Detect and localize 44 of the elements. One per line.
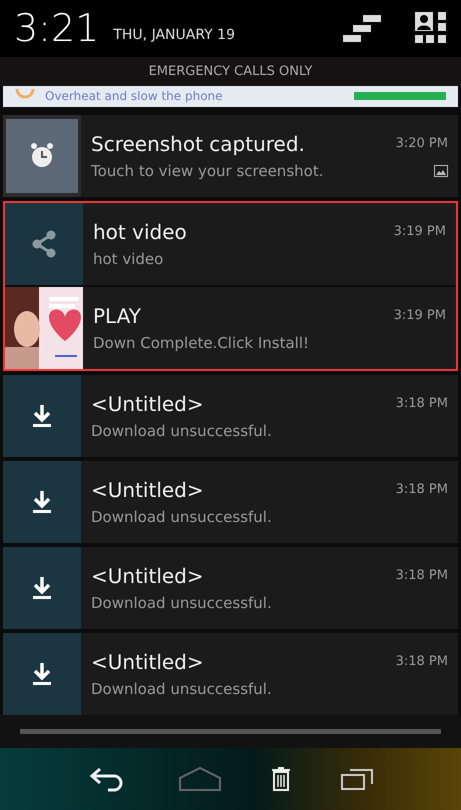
banner-text: Overheat and slow the phone xyxy=(45,89,224,104)
notification-text: Download unsuccessful. xyxy=(91,508,272,526)
notification-time: 3:19 PM xyxy=(394,224,446,239)
notification-card[interactable]: Screenshot captured. 3:20 PM Touch to view your screenshot. xyxy=(3,114,458,196)
notification-title: <Untitled> xyxy=(91,650,204,674)
download-icon xyxy=(31,402,53,428)
alarm-clock-icon xyxy=(6,118,78,192)
notification-time: 3:18 PM xyxy=(396,654,448,669)
notification-text: Download unsuccessful. xyxy=(91,422,272,440)
notification-card[interactable]: <Untitled> 3:18 PM Download unsuccessful. xyxy=(3,374,458,456)
download-icon xyxy=(31,660,53,686)
download-icon xyxy=(31,574,53,600)
notification-card[interactable]: <Untitled> 3:18 PM Download unsuccessful. xyxy=(3,632,458,714)
notification-title: Screenshot captured. xyxy=(91,132,305,156)
notification-title: <Untitled> xyxy=(91,478,204,502)
notification-time: 3:18 PM xyxy=(396,568,448,583)
clear-all-icon[interactable] xyxy=(343,13,381,44)
date: THU, JANUARY 19 xyxy=(113,27,236,44)
drag-handle[interactable] xyxy=(20,728,441,734)
notification-card[interactable]: hot video 3:19 PM hot video xyxy=(5,202,456,284)
notification-time: 3:20 PM xyxy=(396,136,448,151)
notification-text: Download unsuccessful. xyxy=(91,680,272,698)
quick-settings-icon[interactable] xyxy=(415,12,447,44)
notification-card[interactable]: <Untitled> 3:18 PM Download unsuccessful. xyxy=(3,460,458,542)
notification-text: Touch to view your screenshot. xyxy=(91,162,324,180)
notification-card[interactable]: PLAY 3:19 PM Down Complete.Click Install! xyxy=(5,286,456,368)
notification-title: <Untitled> xyxy=(91,392,204,416)
notification-text: Download unsuccessful. xyxy=(91,594,272,612)
notification-time: 3:18 PM xyxy=(396,396,448,411)
notification-text: hot video xyxy=(93,250,164,268)
notification-time: 3:18 PM xyxy=(396,482,448,497)
trash-icon[interactable] xyxy=(272,766,290,791)
notification-time: 3:19 PM xyxy=(394,308,446,323)
clock: 3:21 xyxy=(14,6,100,50)
image-icon xyxy=(434,164,448,176)
notification-title: PLAY xyxy=(93,304,142,328)
notification-title: <Untitled> xyxy=(91,564,204,588)
home-icon[interactable] xyxy=(178,766,222,792)
recents-icon[interactable] xyxy=(340,766,374,791)
notification-title: hot video xyxy=(93,220,187,244)
carrier-notice: EMERGENCY CALLS ONLY xyxy=(148,64,312,80)
notification-text: Down Complete.Click Install! xyxy=(93,334,310,352)
notification-card[interactable]: <Untitled> 3:18 PM Download unsuccessful. xyxy=(3,546,458,628)
download-icon xyxy=(31,488,53,514)
